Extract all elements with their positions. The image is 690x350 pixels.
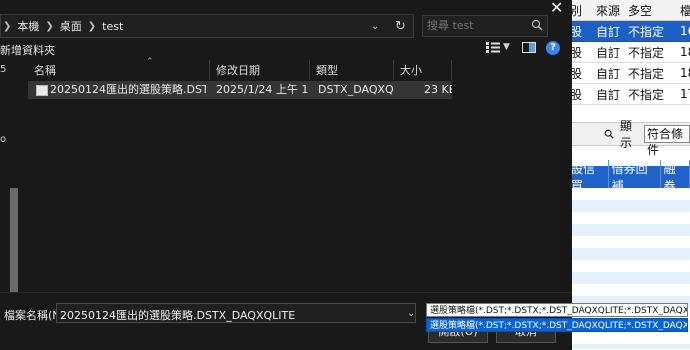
file-type-option[interactable]: 選股策略檔(*.DST;*.DSTX;*.DST_DAQXQLITE;*.DST… xyxy=(426,318,688,332)
background-toolbar: 顯示 符合條件 xyxy=(568,119,690,157)
file-list: ⌃ 名稱 修改日期 類型 大小 20250124匯出的選股策略.DSTX_DAQ… xyxy=(28,57,572,292)
nav-partial-label: o xyxy=(0,134,7,145)
cell: 股 xyxy=(570,87,583,102)
chevron-right-icon: ❯ xyxy=(45,20,54,32)
cell: 16 xyxy=(680,24,690,38)
cell: 不指定 xyxy=(628,87,665,102)
nav-partial-label: 5 xyxy=(0,64,7,75)
search-icon xyxy=(531,19,543,31)
table-row[interactable]: 股 自訂 不指定 18 xyxy=(568,63,690,84)
file-icon xyxy=(36,85,48,96)
cell: 自訂 xyxy=(596,87,621,102)
search-input[interactable] xyxy=(423,16,519,34)
dialog-toolbar: 新增資料夾 ▼ ? xyxy=(0,38,572,60)
file-size: 23 KB xyxy=(424,83,452,96)
cell: 不指定 xyxy=(628,66,665,81)
column-header-type[interactable]: 類型 xyxy=(310,60,394,80)
breadcrumb-desktop[interactable]: 桌面 xyxy=(56,18,86,34)
background-grid-header: 設信買 借券回補 融券 xyxy=(568,160,690,194)
chevron-right-icon: ❯ xyxy=(3,20,12,32)
address-bar[interactable]: ❯ 本機 ❯ 桌面 ❯ test ⌄ ↻ xyxy=(0,14,414,38)
search-box[interactable] xyxy=(422,15,548,37)
navigation-pane[interactable]: 5 o ▼ xyxy=(0,60,20,345)
preview-pane-icon[interactable] xyxy=(522,42,536,53)
view-options-icon[interactable] xyxy=(486,42,500,53)
cell: 股 xyxy=(570,66,583,81)
cell: 自訂 xyxy=(596,66,621,81)
table-header: 別 來源 多空 檔 xyxy=(568,0,690,21)
file-name: 20250124匯出的選股策略.DSTX_DAQX... xyxy=(50,83,206,96)
table-row[interactable]: 股 自訂 不指定 18 xyxy=(568,42,690,63)
display-filter-select[interactable]: 符合條件 xyxy=(644,125,690,157)
header-cell: 來源 xyxy=(596,3,621,18)
file-type: DSTX_DAQXQLIT... xyxy=(318,83,394,96)
display-label: 顯示 xyxy=(620,119,633,150)
cell: 自訂 xyxy=(596,24,621,39)
header-cell: 別 xyxy=(570,3,583,18)
cell: 股 xyxy=(570,24,583,39)
header-cell: 多空 xyxy=(628,3,653,18)
header-cell: 檔 xyxy=(680,3,690,18)
help-icon[interactable]: ? xyxy=(546,41,560,55)
refresh-icon[interactable]: ↻ xyxy=(395,19,406,34)
column-header-modified[interactable]: 修改日期 xyxy=(210,60,310,80)
cell: 不指定 xyxy=(628,24,665,39)
chevron-down-icon[interactable]: ▼ xyxy=(503,42,510,52)
close-icon[interactable]: ✕ xyxy=(550,0,563,17)
new-folder-button[interactable]: 新增資料夾 xyxy=(0,42,55,58)
table-row[interactable]: 股 自訂 不指定 17 xyxy=(568,84,690,105)
file-type-select[interactable]: 選股策略檔(*.DST;*.DSTX;*.DST_DAQXQLITE;*.DST… xyxy=(426,303,688,317)
file-row[interactable]: 20250124匯出的選股策略.DSTX_DAQX... 2025/1/24 上… xyxy=(28,81,452,99)
cell: 18 xyxy=(680,66,690,80)
search-icon[interactable] xyxy=(604,128,614,140)
cell: 股 xyxy=(570,45,583,60)
cell: 自訂 xyxy=(596,45,621,60)
cell: 不指定 xyxy=(628,45,665,60)
nav-scrollbar-thumb[interactable] xyxy=(10,188,18,298)
file-modified: 2025/1/24 上午 10:18 xyxy=(216,83,308,96)
chevron-right-icon: ❯ xyxy=(87,20,97,32)
cell: 17 xyxy=(680,87,690,101)
filename-value: 20250124匯出的選股策略.DSTX_DAQXQLITE xyxy=(60,309,296,322)
open-file-dialog: ❯ 本機 ❯ 桌面 ❯ test ⌄ ↻ ✕ 新增資料夾 ▼ ? 5 o ▼ ⌃… xyxy=(0,0,572,350)
column-header-size[interactable]: 大小 xyxy=(394,60,452,80)
breadcrumb-test[interactable]: test xyxy=(98,20,127,33)
filename-field[interactable]: 20250124匯出的選股策略.DSTX_DAQXQLITE ⌄ xyxy=(56,303,416,323)
breadcrumb-this-pc[interactable]: 本機 xyxy=(13,18,43,34)
file-list-scrollbar[interactable] xyxy=(560,60,570,292)
chevron-down-icon[interactable]: ⌄ xyxy=(407,308,415,319)
column-header-name[interactable]: 名稱 xyxy=(28,60,210,80)
background-strategy-table: 別 來源 多空 檔 股 自訂 不指定 16 股 自訂 不指定 18 股 自訂 不… xyxy=(568,0,690,105)
cell: 18 xyxy=(680,45,690,59)
table-row[interactable]: 股 自訂 不指定 16 xyxy=(568,21,690,42)
chevron-down-icon[interactable]: ⌄ xyxy=(371,21,379,32)
